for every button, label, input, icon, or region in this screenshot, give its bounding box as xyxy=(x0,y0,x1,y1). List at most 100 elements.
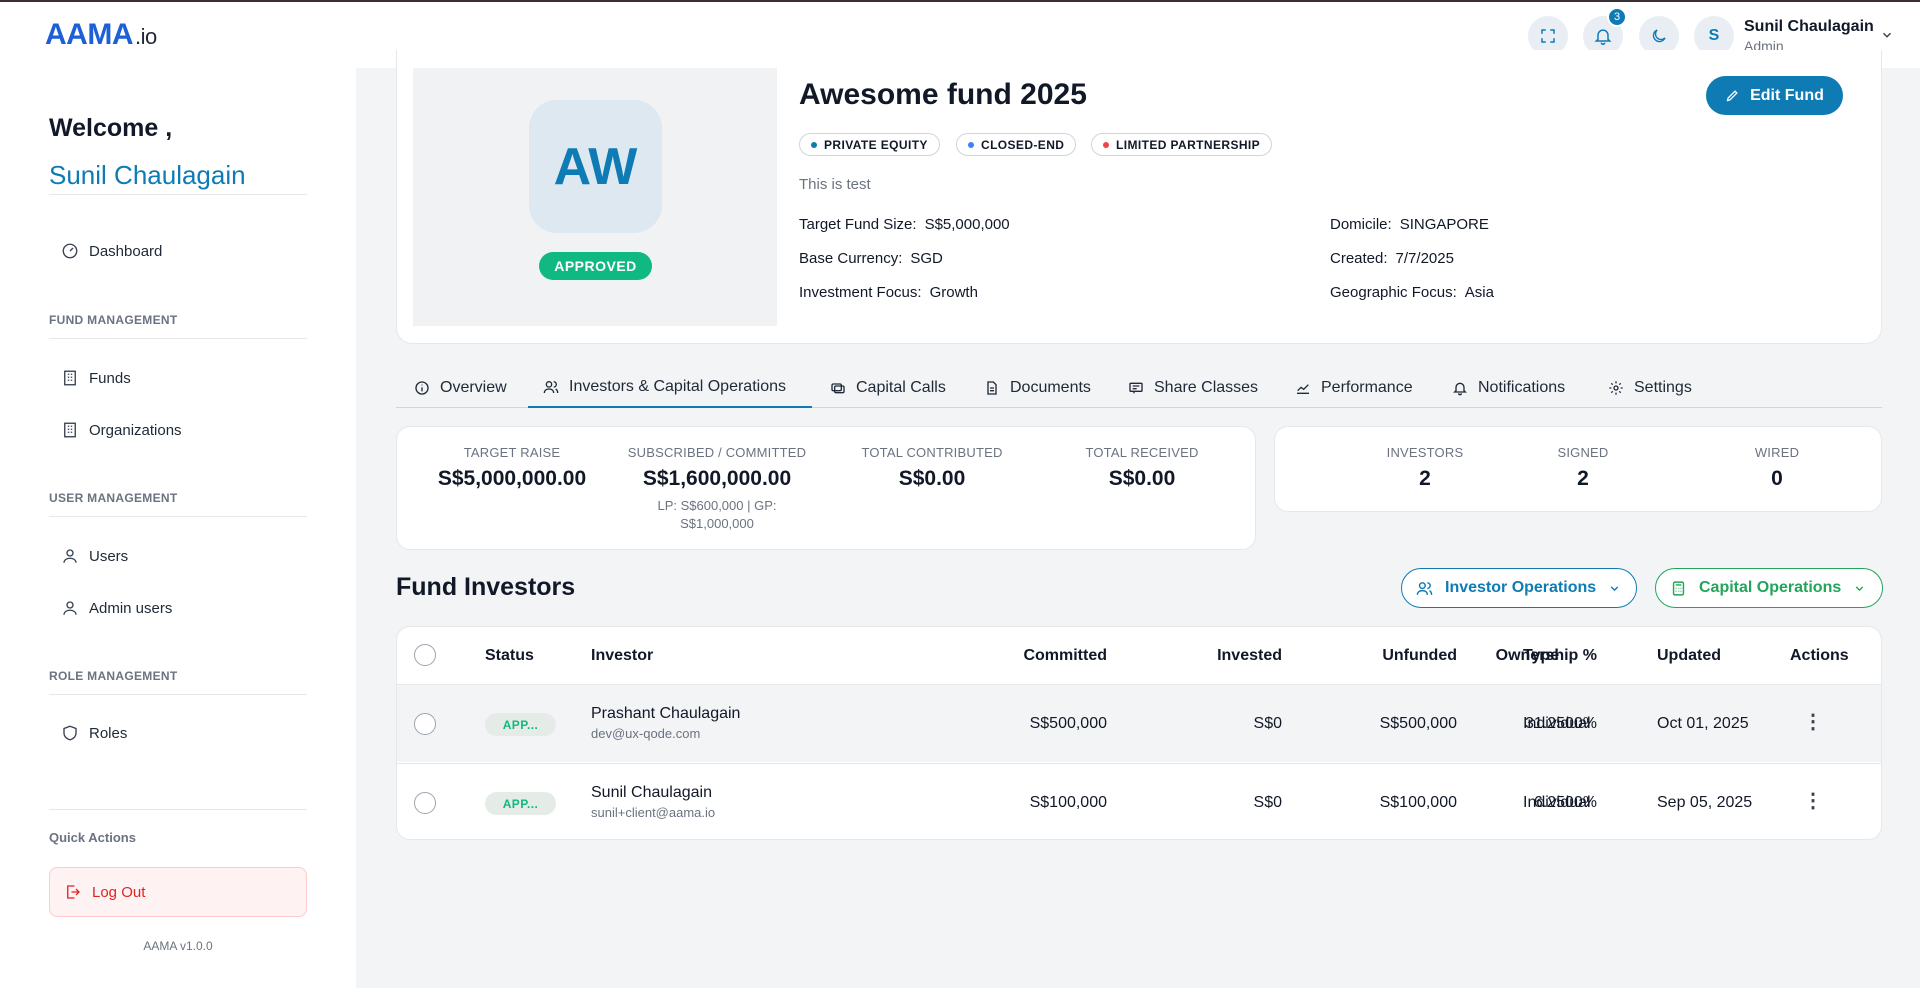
row-checkbox[interactable] xyxy=(414,792,436,814)
section-role-management: ROLE MANAGEMENT xyxy=(49,669,178,683)
sidebar-item-label: Admin users xyxy=(89,599,173,617)
sidebar-item-label: Funds xyxy=(89,369,131,387)
chevron-down-icon[interactable] xyxy=(1880,28,1894,42)
fund-initials: AW xyxy=(529,100,662,233)
section-user-management: USER MANAGEMENT xyxy=(49,491,178,505)
column-header-updated[interactable]: Updated xyxy=(1657,627,1721,684)
app-logo[interactable]: AAMA.io xyxy=(45,18,157,52)
table-row[interactable]: APP... Prashant Chaulagain dev@ux-qode.c… xyxy=(397,684,1881,762)
users-icon xyxy=(543,381,559,394)
investor-email: sunil+client@aama.io xyxy=(591,805,716,820)
building-icon xyxy=(64,422,76,438)
fund-status-badge: APPROVED xyxy=(539,252,652,280)
tab-share-classes[interactable]: Share Classes xyxy=(1128,368,1258,408)
capital-operations-button[interactable]: Capital Operations xyxy=(1655,568,1883,608)
building-icon xyxy=(64,370,76,386)
tag-label: PRIVATE EQUITY xyxy=(824,137,928,152)
divider xyxy=(49,809,307,810)
tab-notifications[interactable]: Notifications xyxy=(1452,368,1565,408)
investor-name: Prashant Chaulagain xyxy=(591,705,741,722)
chevron-down-icon xyxy=(1856,585,1864,591)
stat-value: S$0.00 xyxy=(898,467,966,490)
moon-icon xyxy=(1652,29,1666,43)
tab-overview[interactable]: Overview xyxy=(414,368,507,408)
stat-value: 0 xyxy=(1771,467,1783,490)
sidebar-item-label: Roles xyxy=(89,724,128,742)
fund-stats-card: TARGET RAISE S$5,000,000.00 SUBSCRIBED /… xyxy=(396,426,1256,550)
sidebar-item-label: Dashboard xyxy=(89,242,163,260)
notification-badge: 3 xyxy=(1607,7,1627,27)
tab-settings[interactable]: Settings xyxy=(1608,368,1692,408)
divider xyxy=(49,516,307,517)
column-header-committed[interactable]: Committed xyxy=(907,627,1107,684)
divider xyxy=(49,194,307,195)
investor-cell: Sunil Chaulagain sunil+client@aama.io xyxy=(591,784,715,820)
investor-operations-button[interactable]: Investor Operations xyxy=(1401,568,1637,608)
fund-investors-title: Fund Investors xyxy=(396,573,576,601)
logout-button[interactable]: Log Out xyxy=(49,867,307,917)
gear-icon xyxy=(1609,381,1623,395)
investor-name: Sunil Chaulagain xyxy=(591,784,712,801)
fund-detail-target-size: Target Fund Size: S$5,000,000 xyxy=(799,216,1010,233)
investor-stats-card: INVESTORS 2 SIGNED 2 WIRED 0 xyxy=(1274,426,1882,512)
section-fund-management: FUND MANAGEMENT xyxy=(49,313,178,327)
tab-performance[interactable]: Performance xyxy=(1295,368,1413,408)
sidebar-item-organizations[interactable]: Organizations xyxy=(61,421,182,439)
invested-cell: S$0 xyxy=(1253,715,1282,732)
fund-detail-investment-focus: Investment Focus: Growth xyxy=(799,284,978,301)
pencil-icon xyxy=(1726,90,1738,102)
sidebar-item-funds[interactable]: Funds xyxy=(61,369,131,387)
stat-label: TOTAL CONTRIBUTED xyxy=(861,445,1003,460)
tag-dot xyxy=(968,141,974,148)
investors-table: Status Investor Committed Invested Unfun… xyxy=(396,626,1882,840)
coins-icon xyxy=(831,383,845,394)
tag-dot xyxy=(811,141,817,148)
investor-cell: Prashant Chaulagain dev@ux-qode.com xyxy=(591,705,740,741)
column-header-invested[interactable]: Invested xyxy=(1082,627,1282,684)
status-badge: APP... xyxy=(485,713,556,736)
updated-cell: Sep 05, 2025 xyxy=(1657,794,1753,811)
investor-operations-label: Investor Operations xyxy=(1445,579,1597,596)
table-row[interactable]: APP... Sunil Chaulagain sunil+client@aam… xyxy=(397,763,1881,839)
gauge-icon xyxy=(62,243,78,259)
column-header-type[interactable]: Type xyxy=(1523,627,1559,684)
column-header-ownership[interactable]: Ownership % xyxy=(1397,627,1597,684)
users-icon xyxy=(1416,581,1433,595)
stat-value: 2 xyxy=(1577,467,1589,490)
fund-tag: LIMITED PARTNERSHIP xyxy=(1091,133,1273,156)
type-cell: Individual xyxy=(1523,794,1591,811)
select-all-checkbox[interactable] xyxy=(414,644,436,666)
fund-description: This is test xyxy=(799,176,871,193)
sidebar: Welcome , Sunil Chaulagain Dashboard FUN… xyxy=(0,68,356,988)
column-header-investor[interactable]: Investor xyxy=(591,627,653,684)
sidebar-item-roles[interactable]: Roles xyxy=(61,724,127,742)
more-actions-icon[interactable]: ⋮ xyxy=(1803,709,1823,734)
fullscreen-icon xyxy=(1541,29,1555,43)
logout-label: Log Out xyxy=(92,883,146,901)
edit-fund-button[interactable]: Edit Fund xyxy=(1706,76,1843,115)
sidebar-item-users[interactable]: Users xyxy=(61,547,128,565)
user-name[interactable]: Sunil Chaulagain xyxy=(1744,18,1874,36)
stat-label: TARGET RAISE xyxy=(463,445,561,460)
sidebar-item-admin-users[interactable]: Admin users xyxy=(61,599,172,617)
user-icon xyxy=(63,601,77,615)
capital-operations-label: Capital Operations xyxy=(1699,579,1842,596)
app-version: AAMA v1.0.0 xyxy=(143,939,213,953)
divider xyxy=(49,338,307,339)
shield-icon xyxy=(63,725,77,741)
sidebar-item-dashboard[interactable]: Dashboard xyxy=(61,242,162,260)
welcome-heading: Welcome , xyxy=(49,114,173,142)
bell-icon xyxy=(1594,29,1612,46)
quick-actions-heading: Quick Actions xyxy=(49,830,136,845)
tab-documents[interactable]: Documents xyxy=(984,368,1091,408)
calculator-icon xyxy=(1672,580,1685,596)
chart-line-icon xyxy=(1297,384,1309,394)
column-header-actions: Actions xyxy=(1790,646,1849,664)
column-header-status[interactable]: Status xyxy=(485,627,534,684)
row-checkbox[interactable] xyxy=(414,713,436,735)
tab-capital-calls[interactable]: Capital Calls xyxy=(830,368,946,408)
more-actions-icon[interactable]: ⋮ xyxy=(1803,788,1823,813)
tab-investors-capital-operations[interactable]: Investors & Capital Operations xyxy=(528,368,812,408)
stat-label: TOTAL RECEIVED xyxy=(1085,445,1199,460)
tag-label: CLOSED-END xyxy=(981,137,1065,152)
